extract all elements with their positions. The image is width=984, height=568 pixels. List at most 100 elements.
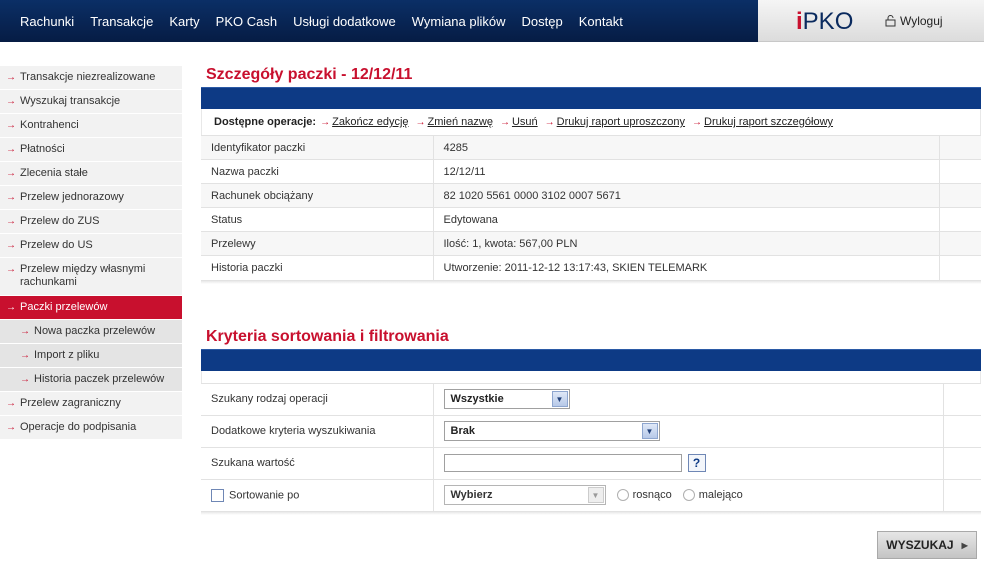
filter-row-operation-type: Szukany rodzaj operacji Wszystkie ▼: [201, 382, 981, 415]
sidebar-item-label: Historia paczek przelewów: [34, 373, 165, 385]
nav-kontakt[interactable]: Kontakt: [571, 14, 631, 29]
operation-type-select[interactable]: Wszystkie ▼: [443, 389, 570, 409]
section-header-bar: [201, 87, 981, 109]
sort-label: Sortowanie po: [229, 489, 300, 502]
sidebar-menu: → Transakcje niezrealizowane → Wyszukaj tr…: [0, 66, 182, 440]
sort-field-select[interactable]: Wybierz ▼: [443, 485, 606, 506]
sort-label-cell: Sortowanie po: [201, 478, 434, 511]
row-spacer: [939, 207, 981, 232]
nav-rachunki[interactable]: Rachunki: [12, 14, 82, 29]
sidebar-item-label: Kontrahenci: [20, 119, 79, 131]
main-content: Szczegóły paczki - 12/12/11 Dostępne ope…: [201, 62, 981, 515]
sidebar-item-transakcje-niezrealizowane[interactable]: → Transakcje niezrealizowane: [0, 66, 182, 90]
sidebar-item-przelew-zagraniczny[interactable]: → Przelew zagraniczny: [0, 392, 182, 416]
sidebar-item-kontrahenci[interactable]: → Kontrahenci: [0, 114, 182, 138]
row-spacer: [943, 414, 981, 447]
sidebar-subitem-historia-paczek[interactable]: → Historia paczek przelewów: [0, 368, 182, 392]
extra-criteria-cell: Brak ▼: [433, 414, 944, 447]
arrow-right-icon: →: [320, 116, 331, 128]
sidebar-item-wyszukaj-transakcje[interactable]: → Wyszukaj transakcje: [0, 90, 182, 114]
nav-dostep[interactable]: Dostęp: [514, 14, 571, 29]
sidebar-item-operacje-do-podpisania[interactable]: → Operacje do podpisania: [0, 416, 182, 440]
sidebar-item-paczki-przelewow[interactable]: → Paczki przelewów: [0, 296, 182, 320]
table-row: Przelewy Ilość: 1, kwota: 567,00 PLN: [201, 231, 981, 256]
extra-criteria-select[interactable]: Brak ▼: [443, 421, 660, 441]
operation-type-cell: Wszystkie ▼: [433, 382, 944, 415]
sidebar-item-przelew-do-us[interactable]: → Przelew do US: [0, 234, 182, 258]
logout-label: Wyloguj: [900, 14, 943, 28]
filters-table: Szukany rodzaj operacji Wszystkie ▼ Dodat…: [201, 382, 981, 511]
arrow-right-icon: →: [6, 422, 16, 433]
search-value-input[interactable]: [443, 454, 682, 472]
chevron-down-icon: ▼: [641, 423, 658, 439]
op-delete[interactable]: → Usuń: [500, 116, 538, 128]
row-label: Rachunek obciążany: [201, 183, 434, 208]
row-value: Ilość: 1, kwota: 567,00 PLN: [433, 231, 940, 256]
arrow-right-icon: →: [6, 120, 16, 131]
chevron-right-icon: ▶: [961, 540, 968, 550]
row-spacer: [939, 255, 981, 280]
logout-link[interactable]: Wyloguj: [884, 14, 943, 28]
arrow-right-icon: →: [6, 144, 16, 155]
op-finish-edit[interactable]: → Zakończ edycję: [320, 116, 408, 128]
operation-type-value: Wszystkie: [450, 393, 504, 405]
nav-wymiana-plikow[interactable]: Wymiana plików: [404, 14, 514, 29]
arrow-right-icon: →: [415, 116, 426, 128]
arrow-right-icon: →: [544, 116, 555, 128]
sort-desc-label: malejąco: [698, 489, 743, 502]
arrow-right-icon: →: [6, 192, 16, 203]
sort-checkbox[interactable]: [211, 488, 224, 502]
row-spacer: [943, 446, 981, 479]
op-rename-link[interactable]: Zmień nazwę: [428, 116, 493, 128]
help-icon[interactable]: ?: [687, 454, 706, 472]
arrow-right-icon: →: [6, 302, 16, 313]
package-details-table: Identyfikator paczki 4285 Nazwa paczki 12/…: [201, 135, 981, 280]
op-print-simple[interactable]: → Drukuj raport uproszczony: [545, 116, 685, 128]
search-button[interactable]: WYSZUKAJ ▶: [877, 531, 977, 559]
sidebar-subitem-import-z-pliku[interactable]: → Import z pliku: [0, 344, 182, 368]
sidebar-item-label: Transakcje niezrealizowane: [20, 71, 156, 83]
sidebar-item-przelew-do-zus[interactable]: → Przelew do ZUS: [0, 210, 182, 234]
sidebar-item-zlecenia-stale[interactable]: → Zlecenia stałe: [0, 162, 182, 186]
sidebar-item-label: Przelew do ZUS: [20, 215, 100, 227]
filters-title: Kryteria sortowania i filtrowania: [206, 327, 449, 345]
arrow-right-icon: →: [6, 264, 16, 275]
arrow-right-icon: →: [6, 72, 16, 83]
chevron-down-icon: ▼: [587, 487, 604, 504]
nav-pko-cash[interactable]: PKO Cash: [208, 14, 285, 29]
arrow-right-icon: →: [692, 116, 703, 128]
sidebar-item-przelew-jednorazowy[interactable]: → Przelew jednorazowy: [0, 186, 182, 210]
op-print-simple-link[interactable]: Drukuj raport uproszczony: [557, 116, 685, 128]
sidebar-subitem-nowa-paczka[interactable]: → Nowa paczka przelewów: [0, 320, 182, 344]
logo-text: PKO: [802, 8, 854, 35]
chevron-down-icon: ▼: [551, 391, 568, 407]
row-value: 12/12/11: [433, 159, 940, 184]
nav-uslugi-dodatkowe[interactable]: Usługi dodatkowe: [285, 14, 404, 29]
sidebar-item-platnosci[interactable]: → Płatności: [0, 138, 182, 162]
table-row: Identyfikator paczki 4285: [201, 135, 981, 160]
sort-desc-radio[interactable]: [682, 489, 695, 502]
row-value: Utworzenie: 2011-12-12 13:17:43, SKIEN T…: [433, 255, 940, 280]
operations-label: Dostępne operacje:: [214, 116, 317, 128]
row-value: 4285: [433, 135, 940, 160]
op-finish-edit-link[interactable]: Zakończ edycję: [332, 116, 408, 128]
filter-row-extra-criteria: Dodatkowe kryteria wyszukiwania Brak ▼: [201, 414, 981, 447]
nav-karty[interactable]: Karty: [161, 14, 207, 29]
sidebar-item-label: Przelew jednorazowy: [20, 191, 124, 203]
filters-divider: [201, 511, 981, 515]
row-value: 82 1020 5561 0000 3102 0007 5671: [433, 183, 940, 208]
op-delete-link[interactable]: Usuń: [512, 116, 538, 128]
nav-transakcje[interactable]: Transakcje: [82, 14, 161, 29]
op-print-detailed[interactable]: → Drukuj raport szczegółowy: [692, 116, 833, 128]
op-print-detailed-link[interactable]: Drukuj raport szczegółowy: [704, 116, 833, 128]
arrow-right-icon: →: [20, 326, 30, 337]
sort-asc-radio[interactable]: [616, 489, 629, 502]
sidebar-item-label: Przelew zagraniczny: [20, 397, 121, 409]
table-row: Historia paczki Utworzenie: 2011-12-12 13…: [201, 255, 981, 280]
available-operations: Dostępne operacje: → Zakończ edycję → Zmie…: [201, 109, 981, 135]
op-rename[interactable]: → Zmień nazwę: [416, 116, 493, 128]
sidebar-item-przelew-miedzy-rachunkami[interactable]: → Przelew między własnymi rachunkami: [0, 258, 182, 296]
table-row: Nazwa paczki 12/12/11: [201, 159, 981, 184]
search-button-label: WYSZUKAJ: [886, 538, 954, 552]
filter-row-sort: Sortowanie po Wybierz ▼ rosnąco malejąco: [201, 478, 981, 511]
